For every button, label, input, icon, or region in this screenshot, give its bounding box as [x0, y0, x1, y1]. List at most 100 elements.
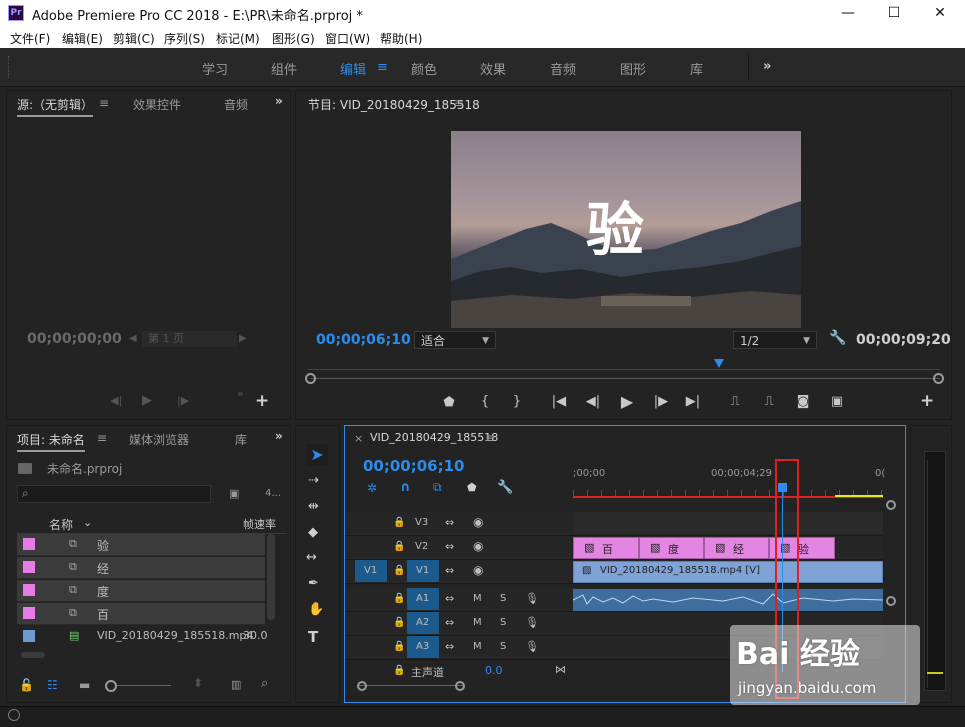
- project-item-row[interactable]: ⧉ 百: [17, 603, 265, 625]
- step-forward-icon[interactable]: |▶: [652, 394, 670, 409]
- lock-track-icon[interactable]: 🔒: [393, 593, 405, 604]
- vertical-zoom-handle[interactable]: [886, 500, 896, 510]
- workspace-graphics[interactable]: 图形: [620, 59, 646, 78]
- label-color-swatch[interactable]: [23, 561, 35, 573]
- track-target-a2[interactable]: A2: [407, 612, 439, 634]
- track-target-a3[interactable]: A3: [407, 636, 439, 658]
- sync-lock-icon[interactable]: ⇔: [445, 540, 454, 553]
- zoom-scroll-bar[interactable]: [310, 378, 940, 379]
- tab-libraries[interactable]: 库: [235, 431, 247, 448]
- go-to-edit-point-icon[interactable]: ⋈: [555, 663, 566, 676]
- type-tool-icon[interactable]: T: [308, 628, 318, 646]
- audio-zoom-handle[interactable]: [886, 596, 896, 606]
- tab-media-browser[interactable]: 媒体浏览器: [129, 431, 189, 448]
- graphic-clip[interactable]: ▧ 度: [639, 537, 704, 559]
- menu-help[interactable]: 帮助(H): [380, 30, 422, 47]
- snap-magnet-icon[interactable]: ∩: [400, 480, 411, 495]
- add-marker-icon[interactable]: ⬟: [440, 395, 458, 410]
- tab-effect-controls[interactable]: 效果控件: [133, 96, 181, 113]
- label-color-swatch[interactable]: [23, 538, 35, 550]
- sync-lock-icon[interactable]: ⇔: [445, 616, 454, 629]
- panel-menu-icon[interactable]: ≡: [97, 431, 107, 445]
- nest-toggle-icon[interactable]: ✲: [367, 481, 377, 495]
- menu-sequence[interactable]: 序列(S): [164, 30, 205, 47]
- workspace-overflow-button[interactable]: »: [763, 59, 771, 74]
- timeline-timecode[interactable]: 00;00;06;10: [363, 457, 465, 475]
- selection-tool-icon[interactable]: ➤: [306, 444, 328, 466]
- minimize-button[interactable]: —: [825, 0, 871, 26]
- project-item-row[interactable]: ⧉ 验: [17, 534, 265, 556]
- go-to-out-icon[interactable]: ▶|: [684, 394, 702, 409]
- sync-lock-icon[interactable]: ⇔: [445, 516, 454, 529]
- project-item-row[interactable]: ⧉ 经: [17, 557, 265, 579]
- eye-icon[interactable]: ◉: [473, 515, 483, 529]
- project-search-input[interactable]: ⌕: [17, 485, 211, 503]
- program-add-button-icon[interactable]: +: [920, 391, 934, 411]
- timeline-settings-wrench-icon[interactable]: 🔧: [497, 480, 513, 495]
- tab-sequence[interactable]: VID_20180429_185518: [370, 431, 498, 444]
- resolution-select[interactable]: 1/2 ▼: [733, 331, 817, 349]
- eye-icon[interactable]: ◉: [473, 563, 483, 577]
- program-current-timecode[interactable]: 00;00;06;10: [316, 332, 411, 348]
- column-frame-rate[interactable]: 帧速率: [243, 516, 276, 532]
- sync-lock-icon[interactable]: ⇔: [445, 564, 454, 577]
- source-step-back-icon[interactable]: ◀|: [110, 394, 122, 407]
- tab-source[interactable]: 源:（无剪辑）: [17, 96, 94, 117]
- wrench-settings-icon[interactable]: 🔧: [829, 330, 846, 346]
- label-color-swatch[interactable]: [23, 607, 35, 619]
- menu-window[interactable]: 窗口(W): [325, 30, 370, 47]
- workspace-learn[interactable]: 学习: [202, 59, 228, 78]
- close-button[interactable]: ✕: [917, 0, 963, 26]
- label-color-swatch[interactable]: [23, 584, 35, 596]
- workspace-audio[interactable]: 音频: [550, 59, 576, 78]
- eye-icon[interactable]: ◉: [473, 539, 483, 553]
- panel-menu-icon[interactable]: ≡: [454, 96, 464, 110]
- prev-page-icon[interactable]: ◀: [129, 333, 137, 344]
- mark-out-icon[interactable]: }: [508, 394, 526, 409]
- source-patch-v1[interactable]: V1: [355, 560, 387, 582]
- master-volume-value[interactable]: 0.0: [485, 664, 503, 677]
- menu-marker[interactable]: 标记(M): [216, 30, 260, 47]
- project-item-row[interactable]: ▤ VID_20180429_185518.mp4 30.0: [17, 626, 287, 648]
- fit-zoom-select[interactable]: 适合 ▼: [414, 331, 496, 349]
- lock-track-icon[interactable]: 🔒: [393, 641, 405, 652]
- zoom-handle-left[interactable]: [305, 373, 316, 384]
- play-icon[interactable]: ▶: [618, 392, 636, 411]
- find-icon[interactable]: ⌕: [261, 676, 268, 691]
- linked-selection-icon[interactable]: ⧉: [433, 480, 442, 495]
- microphone-icon[interactable]: 🎙: [525, 592, 539, 605]
- zoom-slider-handle[interactable]: [105, 680, 117, 692]
- page-selector[interactable]: 第 1 页: [142, 331, 237, 347]
- menu-clip[interactable]: 剪辑(C): [113, 30, 155, 47]
- project-item-row[interactable]: ⧉ 度: [17, 580, 265, 602]
- solo-button[interactable]: S: [500, 593, 506, 604]
- timeline-zoom-bar[interactable]: [359, 685, 463, 686]
- status-icon[interactable]: [8, 709, 20, 721]
- label-color-swatch[interactable]: [23, 630, 35, 642]
- ripple-edit-tool-icon[interactable]: ⇹: [308, 499, 319, 514]
- workspace-effects[interactable]: 效果: [480, 59, 506, 78]
- step-back-icon[interactable]: ◀|: [584, 394, 602, 409]
- go-to-in-icon[interactable]: |◀: [550, 394, 568, 409]
- graphic-clip[interactable]: ▧ 百: [573, 537, 639, 559]
- horizontal-scrollbar[interactable]: [21, 652, 45, 658]
- zoom-slider-track[interactable]: [117, 685, 171, 686]
- add-marker-icon[interactable]: ⬟: [467, 481, 477, 494]
- sync-lock-icon[interactable]: ⇔: [445, 592, 454, 605]
- icon-view-icon[interactable]: ▬: [79, 678, 90, 692]
- new-search-bin-icon[interactable]: ▣: [229, 487, 239, 500]
- next-page-icon[interactable]: ▶: [239, 333, 247, 344]
- microphone-icon[interactable]: 🎙: [525, 616, 539, 629]
- lock-icon[interactable]: 🔓: [19, 678, 34, 692]
- track-target-v1[interactable]: V1: [407, 560, 439, 582]
- source-step-forward-icon[interactable]: |▶: [177, 394, 189, 407]
- mute-button[interactable]: M: [473, 617, 482, 628]
- microphone-icon[interactable]: 🎙: [525, 640, 539, 653]
- program-time-ruler[interactable]: [308, 359, 940, 370]
- mute-button[interactable]: M: [473, 593, 482, 604]
- pen-tool-icon[interactable]: ✒: [308, 576, 319, 591]
- track-label[interactable]: V2: [415, 541, 428, 552]
- track-label[interactable]: V3: [415, 517, 428, 528]
- lock-track-icon[interactable]: 🔒: [393, 541, 405, 552]
- list-view-icon[interactable]: ☷: [47, 678, 58, 692]
